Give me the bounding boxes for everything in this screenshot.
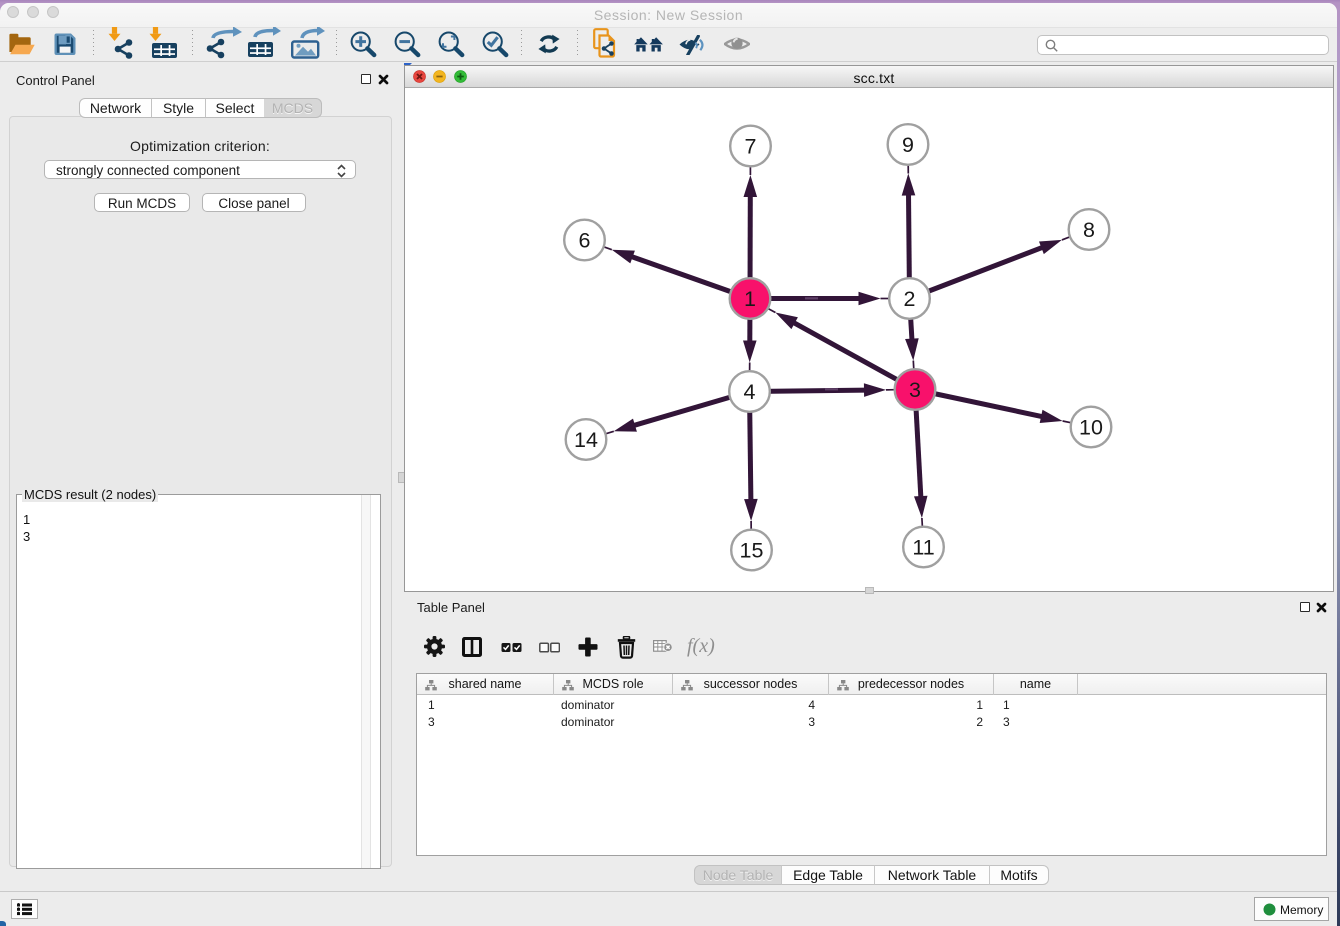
- svg-text:1: 1: [744, 287, 756, 311]
- svg-text:10: 10: [1079, 416, 1103, 440]
- svg-text:14: 14: [574, 428, 598, 452]
- svg-text:7: 7: [745, 135, 757, 159]
- svg-text:8: 8: [1083, 218, 1095, 242]
- svg-text:9: 9: [902, 133, 914, 157]
- svg-text:3: 3: [909, 378, 921, 402]
- svg-text:4: 4: [744, 380, 756, 404]
- svg-text:11: 11: [912, 536, 934, 560]
- svg-text:6: 6: [579, 229, 591, 253]
- svg-text:15: 15: [740, 539, 764, 563]
- svg-text:2: 2: [904, 287, 916, 311]
